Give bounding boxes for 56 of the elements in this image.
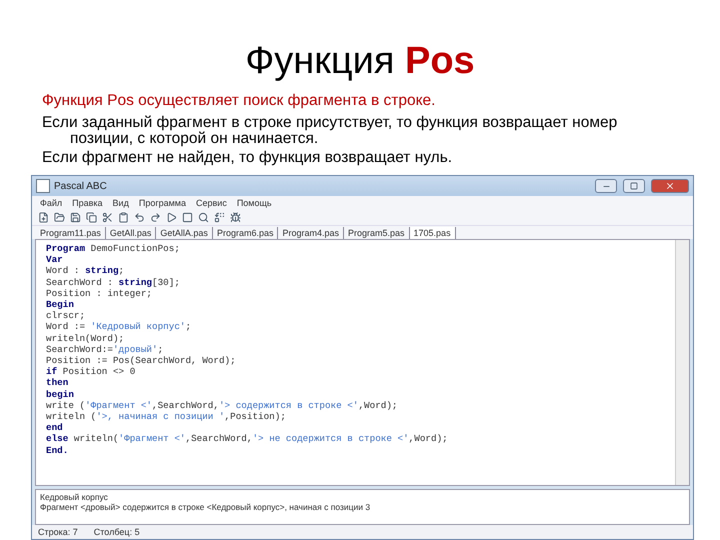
- menu-item[interactable]: Помощь: [236, 198, 272, 208]
- close-icon: [665, 181, 675, 191]
- app-icon: [36, 179, 50, 193]
- code-line: clrscr;: [46, 310, 86, 322]
- status-text: Строка: 7: [38, 527, 78, 537]
- code-line: if Position <> 0: [46, 366, 136, 378]
- menu-item[interactable]: Программа: [138, 198, 186, 208]
- slide-paragraph: Если заданный фрагмент в строке присутствует, то функция возвращает номер позиции, с которой он начинается.: [42, 115, 618, 147]
- scrollbar[interactable]: [675, 240, 689, 485]
- menu-item[interactable]: Вид: [112, 198, 129, 208]
- code-line: write ('Фрагмент <',SearchWord,'> содержится в строке <',Word);: [46, 400, 399, 412]
- code-editor[interactable]: [35, 239, 690, 486]
- search-icon[interactable]: [198, 212, 209, 223]
- code-line: then: [46, 377, 70, 389]
- code-line: Position := Pos(SearchWord, Word);: [46, 355, 237, 366]
- new-file-icon[interactable]: [38, 212, 49, 223]
- slide-paragraph: Если фрагмент не найден, то функция возвращает нуль.: [42, 150, 454, 166]
- file-tab[interactable]: 1705.pas: [410, 227, 456, 239]
- open-folder-icon[interactable]: [54, 212, 65, 223]
- code-line: SearchWord : string[30];: [46, 276, 181, 288]
- bug-icon[interactable]: [230, 212, 241, 223]
- menu-item[interactable]: Файл: [40, 198, 62, 208]
- maximize-icon: [630, 182, 638, 190]
- slide-paragraph: Функция Pos осуществляет поиск фрагмента в строке.: [42, 93, 436, 109]
- code-line: writeln ('>, начиная с позиции ',Position);: [46, 411, 287, 422]
- code-line: Program DemoFunctionPos;: [46, 243, 181, 254]
- cut-icon[interactable]: [102, 212, 113, 223]
- code-line: End.: [46, 444, 70, 456]
- maximize-button[interactable]: [623, 179, 645, 193]
- menu-item[interactable]: Правка: [72, 198, 103, 208]
- stop-icon[interactable]: [182, 212, 193, 223]
- code-line: writeln(Word);: [46, 332, 126, 344]
- copy-icon[interactable]: [86, 212, 97, 223]
- slide-title: Функция Pos: [244, 40, 476, 83]
- replace-icon[interactable]: [214, 212, 225, 223]
- status-text: Столбец: 5: [94, 527, 140, 537]
- redo-icon[interactable]: [150, 212, 161, 223]
- code-line: end: [46, 422, 64, 434]
- paste-icon[interactable]: [118, 212, 129, 223]
- run-icon[interactable]: [166, 212, 177, 223]
- code-line: else writeln('Фрагмент <',SearchWord,'> не содержится в строке <',Word);: [46, 433, 449, 445]
- code-line: begin: [46, 388, 75, 400]
- window-title: Pascal ABC: [54, 180, 108, 192]
- code-line: Position : integer;: [46, 288, 154, 300]
- code-line: Word : string;: [46, 265, 126, 277]
- code-line: Word := 'Кедровый корпус';: [46, 321, 192, 333]
- undo-icon[interactable]: [134, 212, 145, 223]
- minimize-button[interactable]: [595, 179, 617, 193]
- menu-item[interactable]: Сервис: [196, 198, 227, 208]
- output-line: Кедровый корпус: [40, 492, 109, 502]
- output-line: Фрагмент <дровый> содержится в строке <Кедровый корпус>, начиная с позиции 3: [40, 502, 372, 512]
- code-line: Begin: [46, 299, 75, 310]
- close-button[interactable]: [651, 179, 689, 193]
- code-line: Var: [46, 254, 64, 266]
- save-icon[interactable]: [70, 212, 81, 223]
- code-line: SearchWord:='дровый';: [46, 344, 164, 356]
